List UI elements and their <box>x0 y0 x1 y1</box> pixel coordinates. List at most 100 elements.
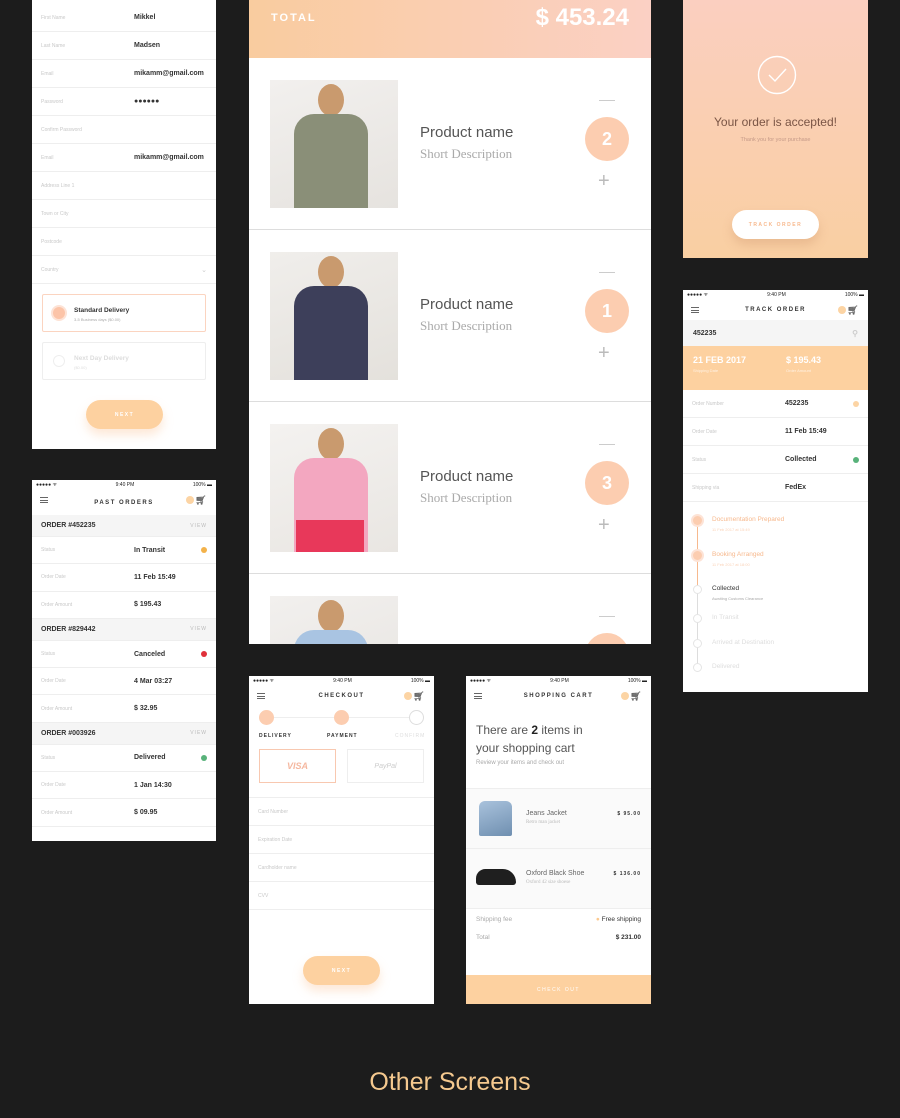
form-field[interactable]: Town or City <box>32 200 216 228</box>
visa-option[interactable]: VISA <box>259 749 336 783</box>
view-link[interactable]: VIEW <box>190 523 207 529</box>
step-title: In Transit <box>712 614 739 621</box>
shipping-value-text: Free shipping <box>601 916 641 923</box>
cart-item: Product name Short Description 1 + <box>249 230 651 402</box>
item-description: Retro man jacket <box>526 820 561 825</box>
step-circle-confirm[interactable] <box>409 710 424 725</box>
cart-screen: TOTAL $ 453.24 Product name Short Descrip… <box>249 0 651 644</box>
menu-icon[interactable] <box>474 693 482 699</box>
delivery-subtitle: 3-5 Business days ($0.00) <box>74 317 121 322</box>
step-label-confirm: CONFIRM <box>395 733 426 739</box>
form-field[interactable]: Email mikamm@gmail.com <box>32 60 216 88</box>
delivery-title: Standard Delivery <box>74 307 130 314</box>
cart-icon[interactable]: 🛒︎ <box>847 305 860 316</box>
status-bar: ●●●●● ᯤ 9:40 PM 100% ▬ <box>466 676 651 686</box>
order-header: ORDER #003926 VIEW <box>32 722 216 745</box>
checkout-screen: ●●●●● ᯤ 9:40 PM 100% ▬ CHECKOUT 🛒︎ DELIVERY… <box>249 676 434 1004</box>
card-field[interactable]: Cardholder name <box>249 854 434 882</box>
cart-icon[interactable]: 🛒︎ <box>630 691 643 702</box>
next-button[interactable]: NEXT <box>303 956 380 985</box>
product-description: Short Description <box>420 146 513 161</box>
track-order-button[interactable]: TRACK ORDER <box>732 210 819 239</box>
summary-band: 21 FEB 2017 Shipping Date $ 195.43 Order A… <box>683 346 868 390</box>
screen-title: TRACK ORDER <box>745 307 806 313</box>
order-header: ORDER #829442 VIEW <box>32 618 216 641</box>
shipping-value: ● Free shipping <box>595 916 641 923</box>
step-circle-icon <box>693 663 702 672</box>
menu-icon[interactable] <box>691 307 699 313</box>
product-description: Short Description <box>420 490 513 505</box>
form-field[interactable]: Address Line 1 <box>32 172 216 200</box>
product-image <box>270 80 398 208</box>
shipping-date-label: Shipping Date <box>693 368 719 373</box>
status-dot <box>201 651 207 658</box>
radio-icon[interactable] <box>53 307 65 319</box>
step-circle-delivery[interactable] <box>259 710 274 725</box>
form-field[interactable]: Last Name Madsen <box>32 32 216 60</box>
menu-icon[interactable] <box>40 497 48 503</box>
step-circle-payment[interactable] <box>334 710 349 725</box>
detail-value: FedEx <box>785 484 807 491</box>
status-bar: ●●●●● ᯤ 9:40 PM 100% ▬ <box>32 480 216 490</box>
checkout-button[interactable]: CHECK OUT <box>466 975 651 1004</box>
menu-icon[interactable] <box>257 693 265 699</box>
form-field[interactable]: Postcode <box>32 228 216 256</box>
form-field[interactable]: Confirm Password <box>32 116 216 144</box>
form-field[interactable]: First Name Mikkel <box>32 4 216 32</box>
increase-button[interactable]: + <box>598 342 610 365</box>
status-bar: ●●●●● ᯤ 9:40 PM 100% ▬ <box>249 676 434 686</box>
step-circle-icon <box>693 551 702 560</box>
view-link[interactable]: VIEW <box>190 730 207 736</box>
field-value: mikamm@gmail.com <box>134 154 204 161</box>
cart-icon[interactable]: 🛒︎ <box>195 495 208 506</box>
search-input[interactable]: 452235 ⚲ <box>683 320 868 346</box>
form-field[interactable]: Country ⌄ <box>32 256 216 284</box>
item-price: $ 136.00 <box>613 871 641 877</box>
step-label-delivery: DELIVERY <box>259 733 292 739</box>
status-dot <box>201 547 207 554</box>
headline-text: There are <box>476 723 532 737</box>
row-label: Order Amount <box>41 705 73 712</box>
card-field[interactable]: CVV <box>249 882 434 910</box>
model-clothing <box>294 630 368 644</box>
increase-button[interactable]: + <box>598 514 610 537</box>
card-field[interactable]: Expiration Date <box>249 826 434 854</box>
form-field[interactable]: Password ●●●●●● <box>32 88 216 116</box>
badge-icon <box>186 496 194 504</box>
track-order-screen: ●●●●● ᯤ 9:40 PM 100% ▬ TRACK ORDER 🛒︎ 45223… <box>683 290 868 692</box>
battery: 100% ▬ <box>410 678 430 684</box>
order-detail-row: Order Date 11 Feb 15:49 <box>683 418 868 446</box>
model-head <box>318 84 344 116</box>
battery: 100% ▬ <box>192 482 212 488</box>
decrease-button[interactable] <box>599 272 615 273</box>
product-image <box>270 596 398 644</box>
radio-icon[interactable] <box>53 355 65 367</box>
carrier: ●●●●● ᯤ <box>36 482 58 488</box>
row-label: Order Date <box>41 574 66 581</box>
order-status-row: Status In Transit <box>32 537 216 565</box>
decrease-button[interactable] <box>599 444 615 445</box>
status-dot <box>201 754 207 761</box>
field-label: Address Line 1 <box>41 182 75 189</box>
status-bar: ●●●●● ᯤ 9:40 PM 100% ▬ <box>683 290 868 300</box>
view-link[interactable]: VIEW <box>190 626 207 632</box>
decrease-button[interactable] <box>599 100 615 101</box>
delivery-option[interactable]: Next Day Delivery ($0.00) <box>42 342 206 380</box>
search-icon[interactable]: ⚲ <box>852 329 858 338</box>
next-button[interactable]: NEXT <box>86 400 163 429</box>
delivery-option[interactable]: Standard Delivery 3-5 Business days ($0.0… <box>42 294 206 332</box>
cart-icon[interactable]: 🛒︎ <box>413 691 426 702</box>
step-circle-icon <box>693 639 702 648</box>
field-placeholder: Card Number <box>258 808 289 815</box>
row-value: $ 32.95 <box>134 705 158 713</box>
order-status-row: Status Canceled <box>32 641 216 669</box>
chevron-down-icon[interactable]: ⌄ <box>201 266 207 274</box>
paypal-option[interactable]: PayPal <box>347 749 424 783</box>
row-value: $ 195.43 <box>134 601 162 609</box>
increase-button[interactable]: + <box>598 170 610 193</box>
form-field[interactable]: Email mikamm@gmail.com <box>32 144 216 172</box>
decrease-button[interactable] <box>599 616 615 617</box>
card-field[interactable]: Card Number <box>249 798 434 826</box>
step-title: Delivered <box>712 663 740 670</box>
row-value: Delivered <box>134 754 166 762</box>
